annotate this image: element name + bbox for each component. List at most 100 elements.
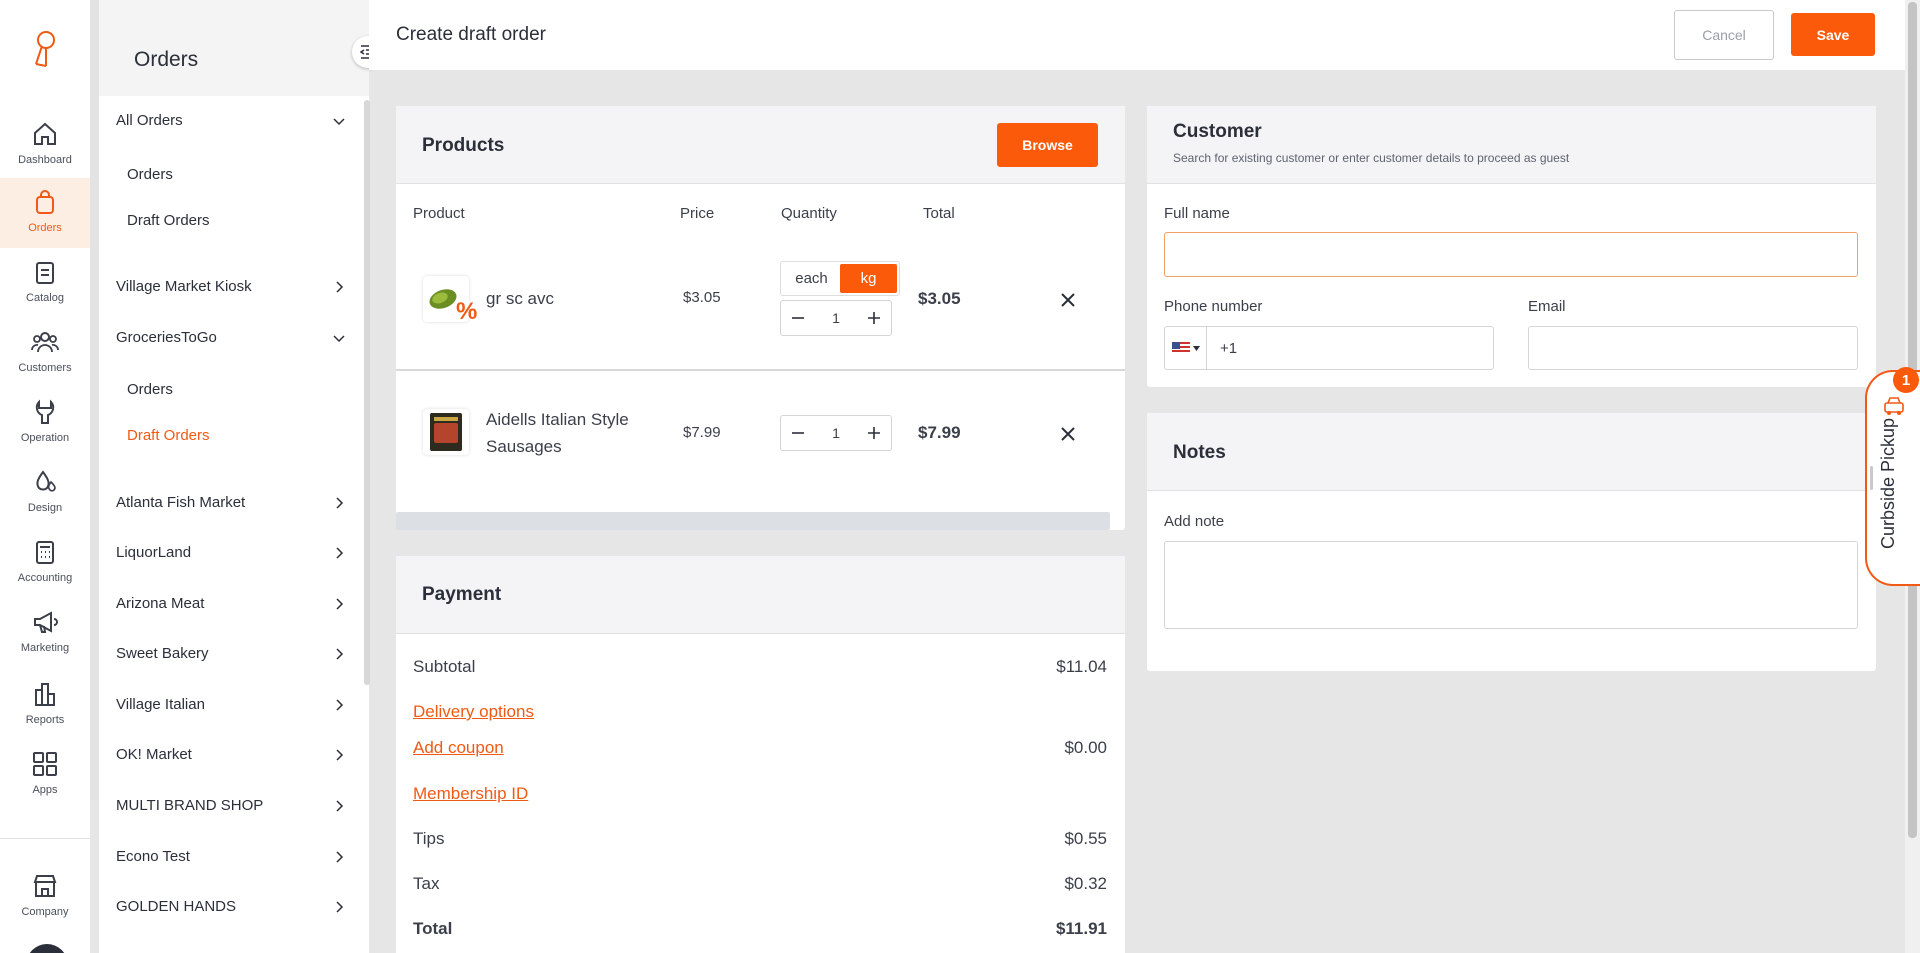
nav-group-village-market-kiosk[interactable]: Village Market Kiosk [116,278,346,295]
phone-number-input[interactable] [1208,327,1493,369]
drops-icon [36,470,56,492]
customer-subtitle: Search for existing customer or enter cu… [1173,151,1570,165]
page-title: Create draft order [396,24,546,45]
curbside-pickup-label: Curbside Pickup [1878,417,1898,549]
chevron-right-icon [336,799,344,812]
column-header-quantity: Quantity [781,205,837,222]
nav-group-econo-test[interactable]: Econo Test [116,848,346,865]
line-total: $3.05 [918,289,961,308]
chevron-down-icon [333,117,345,125]
rail-label: Dashboard [18,154,72,166]
rail-label: Orders [28,222,62,234]
email-input[interactable] [1528,326,1858,370]
note-textarea[interactable] [1164,541,1858,629]
browse-button[interactable]: Browse [997,123,1098,167]
add-coupon-link[interactable]: Add coupon [413,738,504,758]
nav-group-label: MULTI BRAND SHOP [116,797,264,814]
unit-option-each[interactable]: each [783,264,840,293]
rail-divider [0,838,90,839]
products-horizontal-scrollbar[interactable] [396,512,1110,530]
membership-id-link[interactable]: Membership ID [413,784,528,804]
rail-label: Customers [18,362,72,374]
icon-rail: Dashboard Orders Catalog Customers Opera… [0,0,90,953]
country-code-dropdown[interactable] [1165,327,1207,369]
remove-item-icon[interactable] [1060,426,1076,442]
nav-group-atlanta-fish-market[interactable]: Atlanta Fish Market [116,494,346,511]
nav-item-all-orders-drafts[interactable]: Draft Orders [127,212,210,229]
increment-button[interactable] [865,424,883,442]
delivery-options-link[interactable]: Delivery options [413,702,534,722]
rail-item-orders[interactable]: Orders [0,178,90,248]
plus-icon [867,312,880,324]
rail-item-customers[interactable]: Customers [0,318,90,388]
calculator-icon [36,541,54,564]
nav-group-label: OK! Market [116,746,192,763]
curbside-count-badge: 1 [1893,367,1919,393]
full-name-input[interactable] [1164,232,1858,277]
megaphone-icon [34,611,58,633]
rail-label: Marketing [20,642,70,654]
save-button[interactable]: Save [1791,13,1875,56]
nav-group-label: Arizona Meat [116,595,205,612]
rail-item-operation[interactable]: Operation [0,388,90,458]
nav-group-label: GroceriesToGo [116,329,217,346]
quantity-stepper: 1 [780,415,892,451]
increment-button[interactable] [865,309,883,327]
nav-group-golden-hands[interactable]: GOLDEN HANDS [116,898,346,915]
avatar[interactable] [26,944,68,953]
nav-group-label: LiquorLand [116,544,192,561]
nav-group-sweet-bakery[interactable]: Sweet Bakery [116,645,346,662]
rail-item-company[interactable]: Company [0,862,90,932]
chevron-right-icon [336,850,344,863]
rail-item-catalog[interactable]: Catalog [0,248,90,318]
product-name: Aidells Italian Style Sausages [486,410,629,456]
curbside-drag-handle[interactable] [1870,466,1873,490]
cancel-button[interactable]: Cancel [1674,10,1774,60]
nav-group-all-orders[interactable]: All Orders [116,112,346,129]
phone-number-label: Phone number [1164,298,1263,315]
tax-label: Tax [413,874,440,893]
nav-item-all-orders-orders[interactable]: Orders [127,166,173,183]
quantity-value: 1 [832,310,840,326]
rail-item-reports[interactable]: Reports [0,670,90,740]
rail-label: Company [21,906,69,918]
product-price: $3.05 [683,289,721,306]
notes-title: Notes [1173,442,1226,463]
chevron-right-icon [336,900,344,913]
rail-label: Reports [25,714,65,726]
nav-group-arizona-meat[interactable]: Arizona Meat [116,595,346,612]
unit-option-kg[interactable]: kg [840,264,897,293]
rail-item-accounting[interactable]: Accounting [0,528,90,598]
remove-item-icon[interactable] [1060,292,1076,308]
products-card [396,106,1125,530]
nav-group-label: Village Market Kiosk [116,278,252,295]
nav-item-groceriestogo-orders[interactable]: Orders [127,381,173,398]
nav-group-liquorland[interactable]: LiquorLand [116,544,346,561]
chevron-right-icon [336,647,344,660]
quantity-stepper: 1 [780,300,892,336]
customer-title: Customer [1173,121,1262,142]
rail-scrollbar[interactable] [90,0,99,800]
rail-item-dashboard[interactable]: Dashboard [0,110,90,180]
subnav-title: Orders [99,0,369,96]
bar-chart-icon [35,683,55,706]
nav-group-groceriestogo[interactable]: GroceriesToGo [116,329,346,346]
rail-item-design[interactable]: Design [0,458,90,528]
rail-item-marketing[interactable]: Marketing [0,598,90,668]
notes-card-header [1147,413,1876,491]
nav-group-village-italian[interactable]: Village Italian [116,696,346,713]
rail-item-apps[interactable]: Apps [0,740,90,810]
nav-group-multi-brand-shop[interactable]: MULTI BRAND SHOP [116,797,346,814]
decrement-button[interactable] [789,424,807,442]
store-icon [33,875,57,897]
caret-down-icon [1192,345,1200,351]
plus-icon [867,427,880,439]
nav-item-groceriestogo-drafts[interactable]: Draft Orders [127,427,210,444]
decrement-button[interactable] [789,309,807,327]
chevron-right-icon [336,496,344,509]
subnav-scrollbar[interactable] [364,100,370,685]
email-label: Email [1528,298,1566,315]
products-title: Products [422,135,505,156]
column-header-total: Total [923,205,955,222]
nav-group-ok-market[interactable]: OK! Market [116,746,346,763]
